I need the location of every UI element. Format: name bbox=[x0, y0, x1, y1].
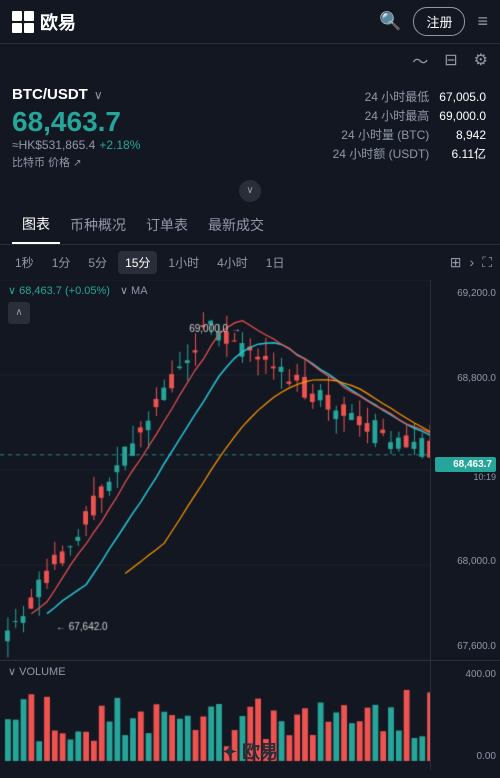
candle-type-icon[interactable]: ⊞ bbox=[450, 254, 462, 271]
logo-text: 欧易 bbox=[40, 9, 76, 35]
search-icon[interactable]: 🔍 bbox=[379, 11, 401, 32]
expand-chart-icon[interactable]: › bbox=[470, 254, 475, 270]
time-15m[interactable]: 15分 bbox=[118, 251, 157, 274]
hkd-price: ≈HK$531,865.4 bbox=[12, 138, 95, 152]
settings-icon[interactable]: ⚙ bbox=[474, 50, 488, 70]
time-5m[interactable]: 5分 bbox=[81, 251, 114, 274]
tab-overview[interactable]: 币种概况 bbox=[60, 207, 136, 243]
stats-row: 24 小时最高69,000.0 bbox=[333, 107, 486, 124]
pair-row: BTC/USDT ∨ bbox=[12, 86, 140, 103]
layout-icon[interactable]: ⊟ bbox=[444, 50, 457, 70]
stat-value: 8,942 bbox=[439, 126, 486, 143]
watermark: ✦ 欧易 bbox=[222, 738, 278, 764]
stat-label: 24 小时最高 bbox=[333, 107, 438, 124]
tool-row: 〜 ⊟ ⚙ bbox=[0, 44, 500, 76]
stat-value: 6.11亿 bbox=[439, 145, 486, 162]
collapse-row: ∨ bbox=[0, 176, 500, 206]
fullscreen-icon[interactable]: ⛶ bbox=[482, 254, 492, 271]
chart-ma-label: ∨ MA bbox=[120, 284, 148, 297]
price-tag-time: 10:19 bbox=[435, 472, 496, 482]
volume-label: ∨ VOLUME bbox=[8, 665, 66, 678]
chart-y-axis: 69,200.0 68,800.0 68,463.7 10:19 68,000.… bbox=[430, 280, 500, 660]
pair-dropdown-icon[interactable]: ∨ bbox=[94, 88, 103, 102]
logo-icon bbox=[12, 11, 34, 33]
stat-value: 67,005.0 bbox=[439, 88, 486, 105]
pair-name: BTC/USDT bbox=[12, 86, 88, 103]
volume-section: ∨ VOLUME 400.00 0.00 ✦ 欧易 bbox=[0, 660, 500, 770]
time-4h[interactable]: 4小时 bbox=[210, 251, 255, 274]
tab-trades[interactable]: 最新成交 bbox=[198, 207, 274, 243]
time-1m[interactable]: 1分 bbox=[45, 251, 78, 274]
vol-y-3: 0.00 bbox=[435, 751, 496, 762]
register-button[interactable]: 注册 bbox=[413, 7, 465, 36]
external-link-icon: ↗ bbox=[73, 158, 81, 169]
chart-container: ∨ 68,463.7 (+0.05%) ∨ MA ∧ 69,200.0 68,8… bbox=[0, 280, 500, 660]
chart-info-row: ∨ 68,463.7 (+0.05%) ∨ MA bbox=[8, 284, 148, 297]
price-tag: 68,463.7 bbox=[435, 457, 496, 472]
time-1h[interactable]: 1小时 bbox=[161, 251, 206, 274]
chart-price-display: ∨ 68,463.7 (+0.05%) bbox=[8, 284, 110, 297]
time-1d[interactable]: 1日 bbox=[259, 251, 292, 274]
y-label-1: 69,200.0 bbox=[435, 288, 496, 299]
price-stats: 24 小时最低67,005.024 小时最高69,000.024 小时量 (BT… bbox=[331, 86, 488, 164]
stats-row: 24 小时额 (USDT)6.11亿 bbox=[333, 145, 486, 162]
header: 欧易 🔍 注册 ≡ bbox=[0, 0, 500, 44]
expand-button[interactable]: ∧ bbox=[8, 302, 30, 324]
bitcoin-label: 比特币 价格 ↗ bbox=[12, 154, 140, 170]
time-row-right: ⊞ › ⛶ bbox=[450, 254, 492, 271]
y-label-2: 68,800.0 bbox=[435, 373, 496, 384]
current-price-group: 68,463.7 10:19 bbox=[435, 457, 496, 482]
y-label-4: 67,600.0 bbox=[435, 641, 496, 652]
menu-icon[interactable]: ≡ bbox=[477, 11, 488, 32]
stat-label: 24 小时最低 bbox=[333, 88, 438, 105]
current-price: 68,463.7 bbox=[12, 107, 140, 138]
time-row: 1秒 1分 5分 15分 1小时 4小时 1日 ⊞ › ⛶ bbox=[0, 245, 500, 280]
header-right: 🔍 注册 ≡ bbox=[379, 7, 488, 36]
tab-orderbook[interactable]: 订单表 bbox=[136, 207, 198, 243]
stats-row: 24 小时最低67,005.0 bbox=[333, 88, 486, 105]
collapse-button[interactable]: ∨ bbox=[239, 180, 261, 202]
volume-y-axis: 400.00 0.00 bbox=[430, 661, 500, 770]
stats-row: 24 小时量 (BTC)8,942 bbox=[333, 126, 486, 143]
time-1s[interactable]: 1秒 bbox=[8, 251, 41, 274]
activity-icon[interactable]: 〜 bbox=[412, 48, 428, 72]
stat-label: 24 小时量 (BTC) bbox=[333, 126, 438, 143]
stat-value: 69,000.0 bbox=[439, 107, 486, 124]
stat-label: 24 小时额 (USDT) bbox=[333, 145, 438, 162]
stats-table: 24 小时最低67,005.024 小时最高69,000.024 小时量 (BT… bbox=[331, 86, 488, 164]
price-section: BTC/USDT ∨ 68,463.7 ≈HK$531,865.4 +2.18%… bbox=[0, 76, 500, 176]
y-label-3: 68,000.0 bbox=[435, 556, 496, 567]
tab-chart[interactable]: 图表 bbox=[12, 206, 60, 244]
logo: 欧易 bbox=[12, 9, 76, 35]
vol-y-1: 400.00 bbox=[435, 669, 496, 680]
price-change: +2.18% bbox=[99, 138, 140, 152]
tabs-row: 图表 币种概况 订单表 最新成交 bbox=[0, 206, 500, 245]
main-chart-canvas bbox=[0, 280, 430, 660]
